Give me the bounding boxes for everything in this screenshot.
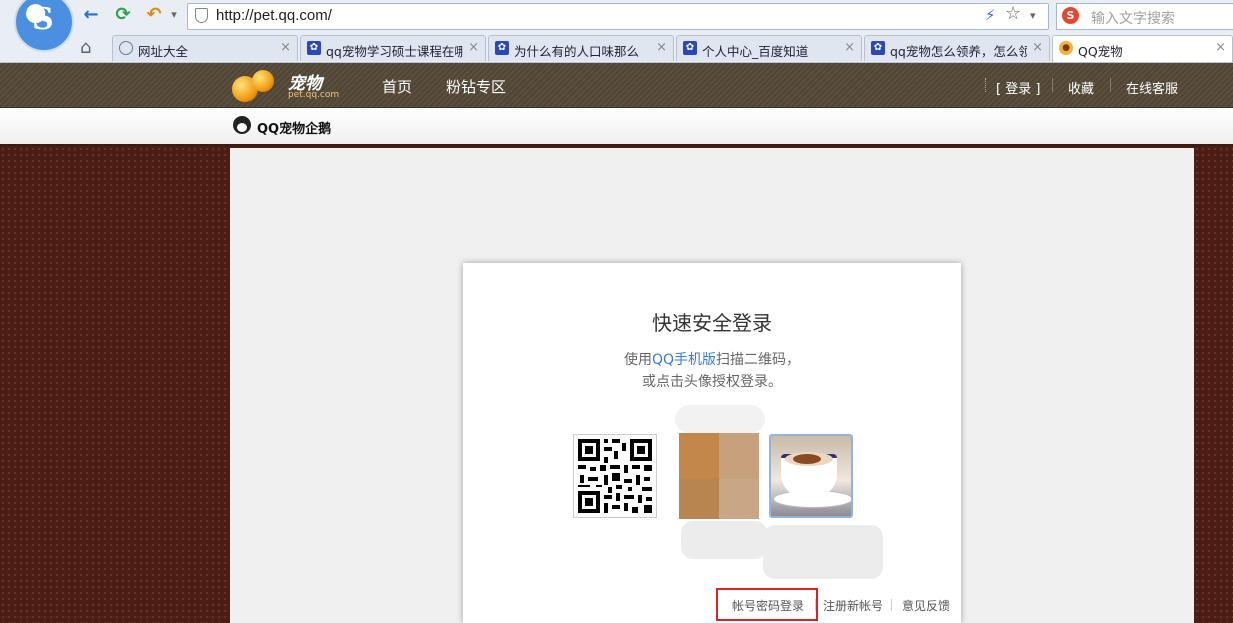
blur-cell <box>679 479 719 519</box>
blurred-avatar[interactable] <box>665 405 767 523</box>
tab-4[interactable]: ✿ 个人中心_百度知道 × <box>676 35 862 61</box>
close-icon[interactable]: × <box>468 40 479 55</box>
close-icon[interactable]: × <box>1032 40 1043 55</box>
qr-code <box>573 434 657 518</box>
tab-title: 为什么有的人口味那么 <box>514 44 640 59</box>
desc-suffix: 扫描二维码， <box>716 352 801 368</box>
undo-dropdown-icon[interactable]: ▾ <box>163 4 185 26</box>
tab-title: 个人中心_百度知道 <box>702 44 809 59</box>
browser-logo-icon[interactable]: S <box>14 0 74 52</box>
home-icon[interactable]: ⌂ <box>80 37 91 58</box>
account-avatar-coffee[interactable] <box>769 434 853 518</box>
address-dropdown-icon[interactable]: ▾ <box>1030 9 1036 22</box>
globe-icon <box>119 41 133 55</box>
tab-1[interactable]: 网址大全 × <box>112 35 298 61</box>
undo-icon[interactable]: ↶ <box>143 4 165 26</box>
lightning-icon[interactable]: ⚡ <box>985 6 996 24</box>
login-description: 使用QQ手机版扫描二维码， 或点击头像授权登录。 <box>463 349 961 393</box>
browser-chrome: S ← ⟳ ↶ ▾ http://pet.qq.com/ ⚡ ☆ ▾ S 输入文… <box>0 0 1233 63</box>
close-icon[interactable]: × <box>656 40 667 55</box>
tab-title: QQ宠物 <box>1078 44 1123 59</box>
paw-icon: ✿ <box>683 41 697 55</box>
close-icon[interactable]: × <box>1215 40 1226 55</box>
close-icon[interactable]: × <box>280 40 291 55</box>
paw-icon: ✿ <box>871 41 885 55</box>
pet-icon: ● <box>1059 41 1073 55</box>
shield-icon <box>195 8 208 23</box>
tab-2[interactable]: ✿ qq宠物学习硕士课程在哪 × <box>300 35 486 61</box>
annotation-highlight-box <box>716 588 818 621</box>
address-bar[interactable]: http://pet.qq.com/ ⚡ ☆ ▾ <box>187 3 1049 30</box>
online-service-link[interactable]: 在线客服 <box>1126 78 1178 97</box>
site-nav-bar: 宠物 pet.qq.com 首页 粉钻专区 [ 登录 ] 收藏 在线客服 <box>0 63 1233 108</box>
foam-shape <box>793 454 821 464</box>
sub-title-bar: QQ宠物企鹅 <box>0 108 1233 146</box>
penguin-icon <box>233 116 251 134</box>
login-link[interactable]: [ 登录 ] <box>996 78 1040 97</box>
login-title: 快速安全登录 <box>652 311 772 335</box>
logo-subtext: pet.qq.com <box>288 90 340 100</box>
divider <box>985 78 987 92</box>
star-icon[interactable]: ☆ <box>1005 3 1021 24</box>
blur-cell <box>675 405 765 433</box>
nav-home-link[interactable]: 首页 <box>382 76 412 97</box>
nav-pink-diamond-link[interactable]: 粉钻专区 <box>446 76 506 97</box>
search-engine-icon[interactable]: S <box>1062 7 1079 24</box>
divider <box>1110 78 1111 92</box>
search-box[interactable]: S 输入文字搜索 <box>1056 3 1233 30</box>
browser-logo-letter: S <box>32 2 54 37</box>
divider <box>1052 78 1053 92</box>
address-url[interactable]: http://pet.qq.com/ <box>216 7 332 24</box>
paw-icon: ✿ <box>495 41 509 55</box>
logo-ball-icon <box>252 70 274 92</box>
blur-cell <box>679 433 719 479</box>
search-input[interactable]: 输入文字搜索 <box>1091 8 1175 28</box>
tab-6-active[interactable]: ● QQ宠物 × <box>1052 35 1233 62</box>
favorite-link[interactable]: 收藏 <box>1068 78 1094 97</box>
sub-title[interactable]: QQ宠物企鹅 <box>257 118 331 137</box>
tab-title: qq宠物学习硕士课程在哪 <box>326 44 463 59</box>
desc-prefix: 使用 <box>623 352 652 368</box>
refresh-icon[interactable]: ⟳ <box>112 4 134 26</box>
divider <box>891 599 892 611</box>
tab-5[interactable]: ✿ qq宠物怎么领养，怎么领 × <box>864 35 1050 61</box>
register-link[interactable]: 注册新帐号 <box>823 597 883 614</box>
tab-3[interactable]: ✿ 为什么有的人口味那么 × <box>488 35 674 61</box>
blur-smudge <box>763 525 883 579</box>
qq-mobile-link[interactable]: QQ手机版 <box>652 352 716 368</box>
tab-title: 网址大全 <box>138 44 189 59</box>
blur-cell <box>719 433 759 479</box>
tab-title: qq宠物怎么领养，怎么领 <box>890 44 1027 59</box>
back-arrow-icon[interactable]: ← <box>80 4 102 26</box>
blur-smudge <box>681 521 767 559</box>
qq-pet-logo[interactable]: 宠物 pet.qq.com <box>232 66 342 106</box>
desc-line2: 或点击头像授权登录。 <box>642 374 782 390</box>
blur-cell <box>719 479 759 519</box>
qr-code-icon <box>578 439 652 513</box>
close-icon[interactable]: × <box>844 40 855 55</box>
paw-icon: ✿ <box>307 41 321 55</box>
quick-login-panel: 快速安全登录 使用QQ手机版扫描二维码， 或点击头像授权登录。 帐号密码登录 注… <box>463 263 961 623</box>
feedback-link[interactable]: 意见反馈 <box>902 597 950 614</box>
